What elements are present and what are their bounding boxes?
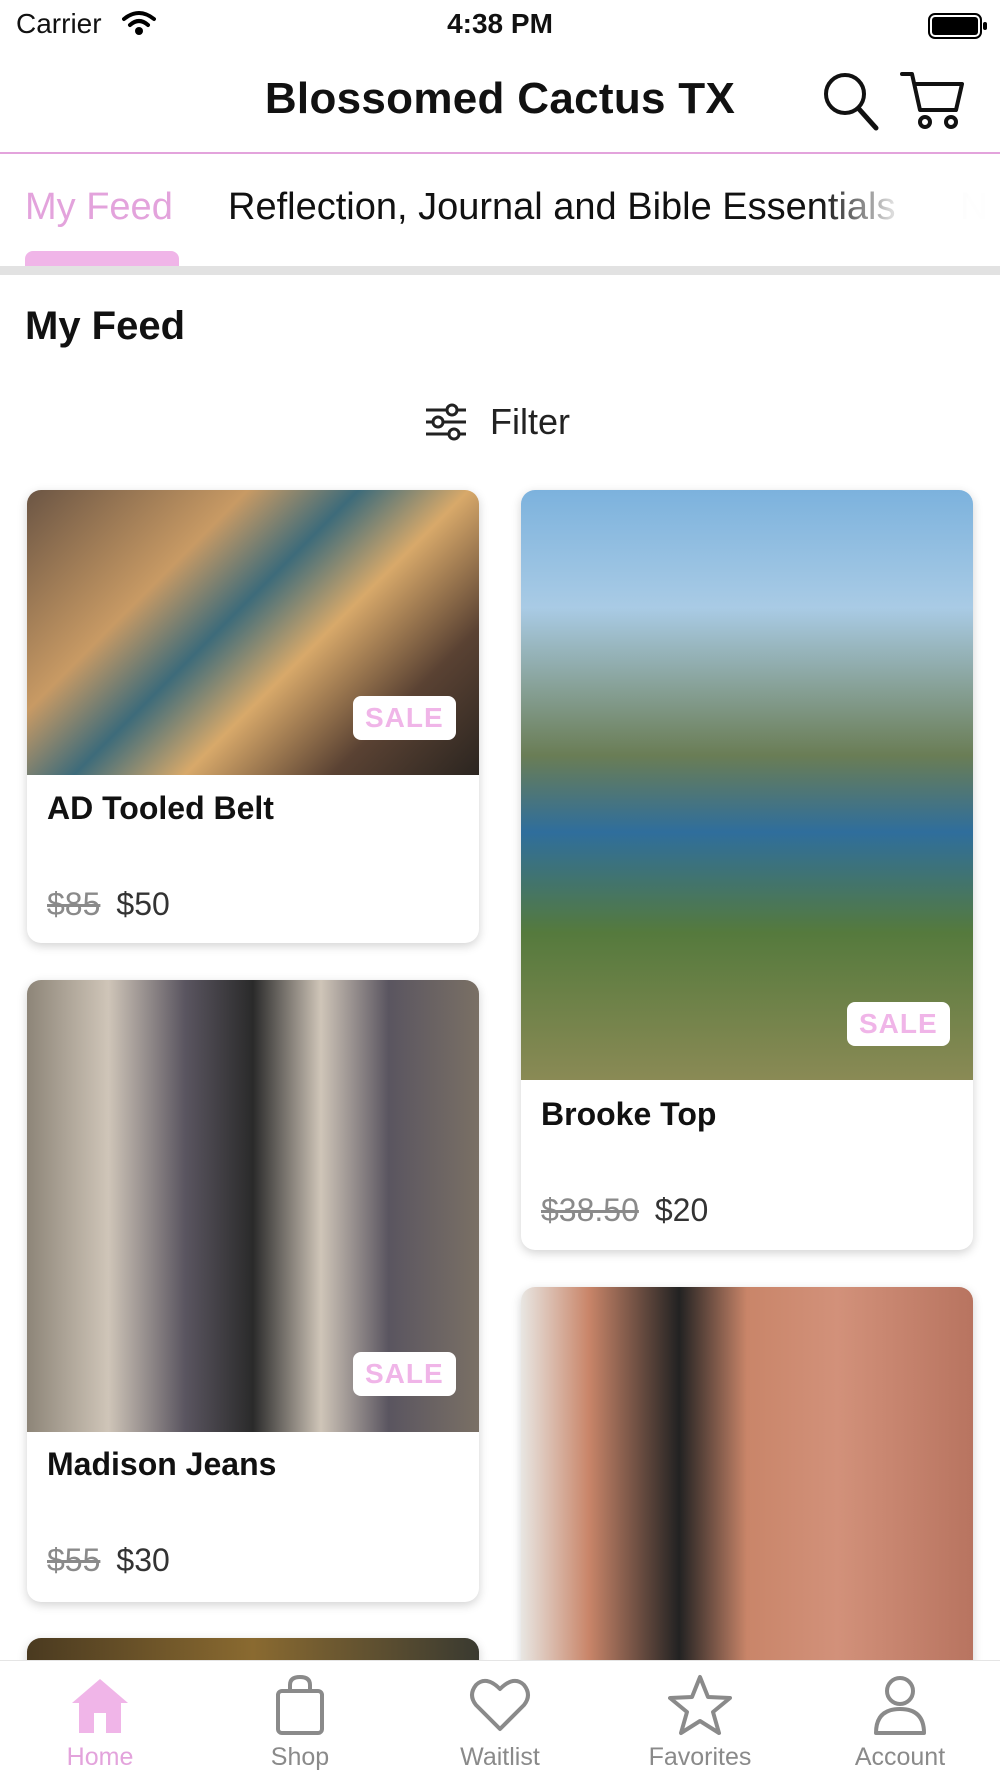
tab-scroll-fade [820, 156, 1000, 266]
sliders-icon [426, 403, 466, 441]
nav-account-label: Account [854, 1743, 946, 1771]
product-card[interactable]: SALE Brooke Top $38.50 $20 [521, 490, 973, 1250]
star-icon [668, 1675, 732, 1735]
product-card[interactable]: SALE Madison Jeans $55 $30 [27, 980, 479, 1602]
product-image [521, 1287, 973, 1707]
battery-icon [928, 13, 987, 39]
price-row: $38.50 $20 [541, 1192, 708, 1229]
tab-reflection-journal-bible[interactable]: Reflection, Journal and Bible Essentials [228, 186, 896, 229]
sale-price: $30 [116, 1542, 170, 1578]
original-price: $85 [47, 886, 101, 922]
sale-price: $50 [116, 886, 170, 922]
product-image [521, 490, 973, 1080]
nav-home-label: Home [66, 1743, 134, 1771]
shopping-bag-icon [276, 1674, 324, 1735]
price-row: $55 $30 [47, 1542, 170, 1579]
product-title: AD Tooled Belt [47, 790, 274, 826]
nav-shop[interactable]: Shop [200, 1661, 400, 1778]
nav-waitlist-label: Waitlist [460, 1743, 540, 1771]
sale-badge: SALE [847, 1002, 950, 1046]
product-title: Madison Jeans [47, 1446, 277, 1482]
tab-divider [0, 266, 1000, 275]
original-price: $55 [47, 1542, 101, 1578]
bottom-tab-bar: Home Shop Waitlist Favorites Account [0, 1660, 1000, 1778]
sale-badge: SALE [353, 696, 456, 740]
nav-home[interactable]: Home [0, 1661, 200, 1778]
product-title: Brooke Top [541, 1096, 717, 1132]
product-card[interactable]: SALE AD Tooled Belt $85 $50 [27, 490, 479, 943]
status-time: 4:38 PM [447, 8, 553, 39]
nav-account[interactable]: Account [800, 1661, 1000, 1778]
person-icon [874, 1676, 926, 1735]
nav-waitlist[interactable]: Waitlist [400, 1661, 600, 1778]
tab-my-feed[interactable]: My Feed [25, 186, 173, 229]
active-tab-indicator [25, 251, 179, 266]
category-tabs: My Feed Reflection, Journal and Bible Es… [0, 156, 1000, 266]
sale-badge: SALE [353, 1352, 456, 1396]
filter-label: Filter [490, 401, 570, 442]
cart-icon[interactable] [900, 68, 964, 132]
search-icon[interactable] [822, 70, 880, 132]
page-title: My Feed [25, 304, 186, 348]
app-header: Blossomed Cactus TX [0, 54, 1000, 154]
home-icon [72, 1679, 128, 1733]
nav-shop-label: Shop [270, 1743, 330, 1771]
status-bar: Carrier 4:38 PM [0, 0, 1000, 50]
product-card[interactable] [521, 1287, 973, 1707]
heart-icon [470, 1678, 530, 1731]
price-row: $85 $50 [47, 886, 170, 923]
nav-favorites[interactable]: Favorites [600, 1661, 800, 1778]
original-price: $38.50 [541, 1192, 639, 1228]
nav-favorites-label: Favorites [648, 1743, 752, 1771]
sale-price: $20 [654, 1192, 709, 1228]
filter-button[interactable]: Filter [424, 400, 570, 444]
